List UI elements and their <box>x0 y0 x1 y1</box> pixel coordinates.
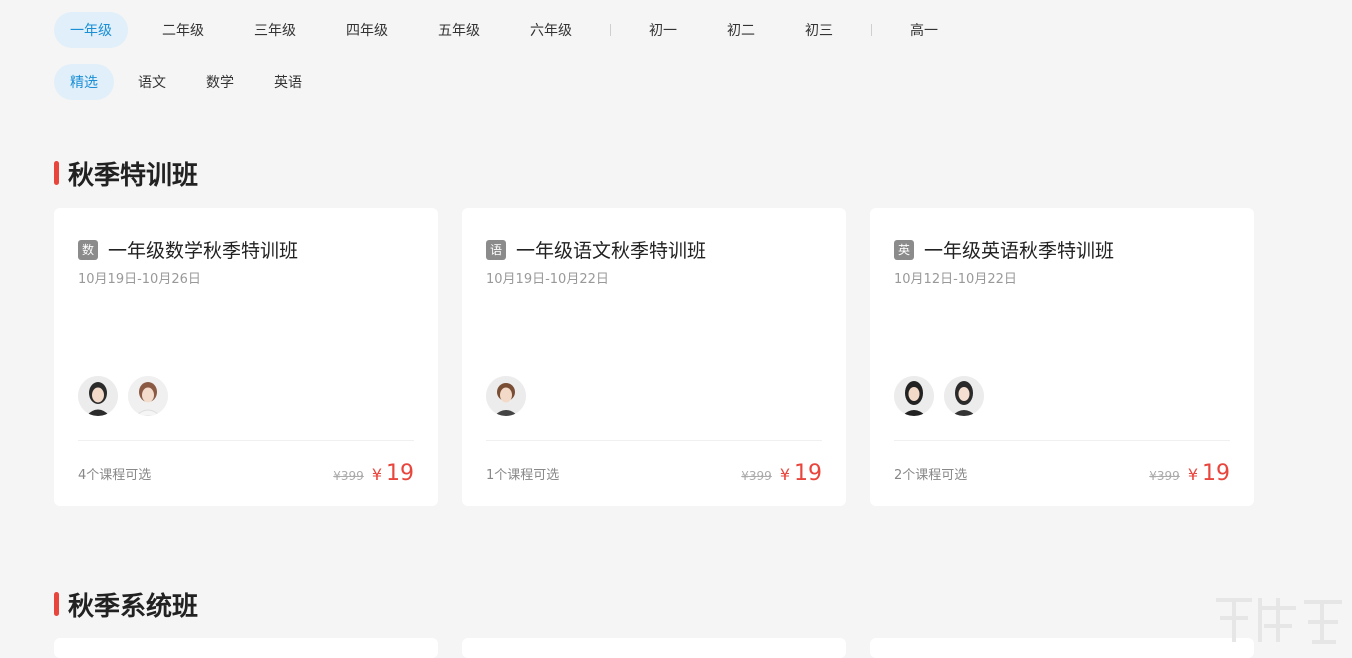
subject-tab-featured[interactable]: 精选 <box>54 64 114 100</box>
section-title: 秋季特训班 <box>54 157 199 191</box>
currency-symbol: ¥ <box>1187 464 1198 484</box>
course-card-math[interactable]: 数 一年级数学秋季特训班 10月19日-10月26日 4个课程可选 ¥399 ¥… <box>54 208 438 506</box>
subject-tag: 语 <box>486 239 506 260</box>
subject-tag: 英 <box>894 239 914 260</box>
original-price: ¥399 <box>1149 468 1180 483</box>
course-card[interactable] <box>54 638 438 658</box>
subject-tab-english[interactable]: 英语 <box>258 64 318 100</box>
current-price: 19 <box>794 460 822 486</box>
course-card-list: 数 一年级数学秋季特训班 10月19日-10月26日 4个课程可选 ¥399 ¥… <box>54 208 1278 506</box>
card-divider <box>894 440 1230 441</box>
card-footer: 2个课程可选 ¥399 ¥ 19 <box>894 460 1230 486</box>
price: ¥399 ¥ 19 <box>1149 461 1230 486</box>
section-title-text: 秋季特训班 <box>68 160 199 191</box>
grade-tab-6[interactable]: 六年级 <box>514 12 588 48</box>
course-title[interactable]: 一年级英语秋季特训班 <box>924 236 1114 263</box>
grade-tab-middle-3[interactable]: 初三 <box>789 12 849 48</box>
course-date: 10月19日-10月22日 <box>486 272 609 287</box>
card-footer: 1个课程可选 ¥399 ¥ 19 <box>486 460 822 486</box>
course-title[interactable]: 一年级数学秋季特训班 <box>108 236 298 263</box>
subject-tab-math[interactable]: 数学 <box>190 64 250 100</box>
original-price: ¥399 <box>333 468 364 483</box>
course-count: 2个课程可选 <box>894 467 968 483</box>
current-price: 19 <box>1202 460 1230 486</box>
teacher-avatar[interactable] <box>128 376 168 416</box>
teacher-avatar[interactable] <box>486 376 526 416</box>
teacher-avatar[interactable] <box>78 376 118 416</box>
teacher-avatar[interactable] <box>894 376 934 416</box>
grade-divider <box>871 24 872 36</box>
currency-symbol: ¥ <box>779 464 790 484</box>
grade-tab-3[interactable]: 三年级 <box>238 12 312 48</box>
teacher-avatar[interactable] <box>944 376 984 416</box>
course-title[interactable]: 一年级语文秋季特训班 <box>516 236 706 263</box>
subject-selector: 精选 语文 数学 英语 <box>54 64 326 100</box>
original-price: ¥399 <box>741 468 772 483</box>
current-price: 19 <box>386 460 414 486</box>
price: ¥399 ¥ 19 <box>741 461 822 486</box>
section-marker <box>54 592 59 616</box>
course-card-english[interactable]: 英 一年级英语秋季特训班 10月12日-10月22日 2个课程可选 ¥399 ¥… <box>870 208 1254 506</box>
grade-tab-5[interactable]: 五年级 <box>422 12 496 48</box>
grade-divider <box>610 24 611 36</box>
card-divider <box>486 440 822 441</box>
teacher-list <box>486 376 536 416</box>
card-footer: 4个课程可选 ¥399 ¥ 19 <box>78 460 414 486</box>
watermark-logo <box>1212 588 1352 648</box>
teacher-list <box>894 376 994 416</box>
course-card[interactable] <box>462 638 846 658</box>
grade-tab-4[interactable]: 四年级 <box>330 12 404 48</box>
section-marker <box>54 161 59 185</box>
grade-tab-1[interactable]: 一年级 <box>54 12 128 48</box>
grade-selector: 一年级 二年级 三年级 四年级 五年级 六年级 初一 初二 初三 高一 <box>54 12 972 48</box>
subject-tag: 数 <box>78 239 98 260</box>
teacher-list <box>78 376 178 416</box>
card-header: 语 一年级语文秋季特训班 <box>486 236 706 263</box>
price: ¥399 ¥ 19 <box>333 461 414 486</box>
course-date: 10月19日-10月26日 <box>78 272 201 287</box>
subject-tab-chinese[interactable]: 语文 <box>122 64 182 100</box>
course-count: 1个课程可选 <box>486 467 560 483</box>
course-count: 4个课程可选 <box>78 467 152 483</box>
grade-tab-2[interactable]: 二年级 <box>146 12 220 48</box>
course-card[interactable] <box>870 638 1254 658</box>
grade-tab-high-1[interactable]: 高一 <box>894 12 954 48</box>
card-divider <box>78 440 414 441</box>
grade-tab-middle-1[interactable]: 初一 <box>633 12 693 48</box>
course-date: 10月12日-10月22日 <box>894 272 1017 287</box>
card-header: 英 一年级英语秋季特训班 <box>894 236 1114 263</box>
section-title-text: 秋季系统班 <box>68 591 199 622</box>
currency-symbol: ¥ <box>371 464 382 484</box>
course-card-chinese[interactable]: 语 一年级语文秋季特训班 10月19日-10月22日 1个课程可选 ¥399 ¥… <box>462 208 846 506</box>
grade-tab-middle-2[interactable]: 初二 <box>711 12 771 48</box>
course-card-list <box>54 638 1278 658</box>
section-title: 秋季系统班 <box>54 588 199 622</box>
card-header: 数 一年级数学秋季特训班 <box>78 236 298 263</box>
